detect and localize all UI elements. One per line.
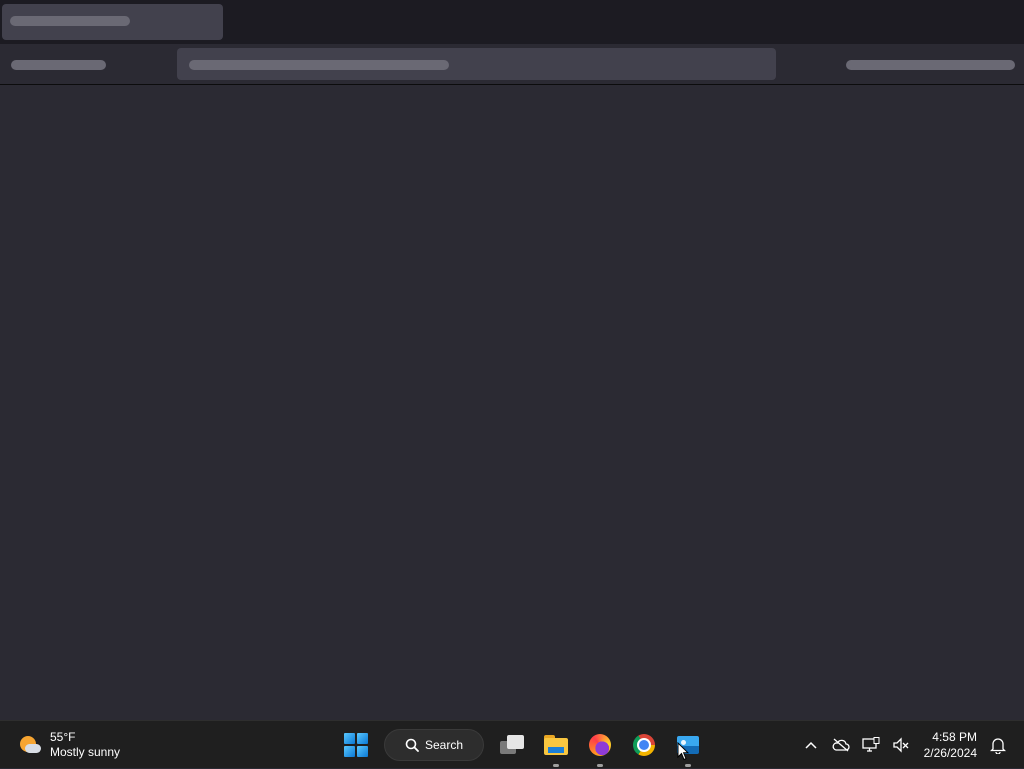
toolbar-actions-placeholder — [846, 60, 1015, 70]
tab-title-placeholder — [10, 16, 130, 26]
start-button[interactable] — [340, 729, 372, 761]
task-view-icon — [500, 735, 524, 755]
clock-button[interactable]: 4:58 PM 2/26/2024 — [924, 729, 977, 761]
taskbar: 55°F Mostly sunny Search 4:58 PM 2/26/20… — [0, 720, 1024, 768]
file-explorer-icon — [544, 735, 568, 755]
navigation-toolbar — [0, 44, 1024, 85]
browser-tab[interactable] — [2, 4, 223, 40]
weather-condition: Mostly sunny — [50, 745, 121, 759]
page-content — [0, 86, 1024, 720]
partly-sunny-icon — [18, 733, 42, 757]
firefox-button[interactable] — [584, 729, 616, 767]
weather-temperature: 55°F — [50, 730, 76, 744]
task-view-button[interactable] — [496, 729, 528, 761]
tab-strip — [0, 0, 1024, 44]
taskbar-center: Search — [334, 721, 710, 769]
running-indicator — [597, 764, 603, 767]
system-tray: 4:58 PM 2/26/2024 — [796, 721, 1024, 769]
address-bar[interactable] — [177, 48, 776, 80]
clock-date: 2/26/2024 — [923, 746, 977, 760]
running-indicator — [685, 764, 691, 767]
search-button[interactable]: Search — [384, 729, 484, 761]
clock-time: 4:58 PM — [932, 730, 977, 744]
onedrive-offline-icon[interactable] — [827, 731, 855, 759]
nav-buttons-placeholder — [11, 60, 106, 70]
file-explorer-button[interactable] — [540, 729, 572, 767]
bell-icon[interactable] — [984, 731, 1012, 759]
windows-logo-icon — [344, 733, 368, 757]
chrome-button[interactable] — [628, 729, 660, 761]
address-placeholder — [189, 60, 449, 70]
chevron-up-icon[interactable] — [797, 731, 825, 759]
volume-muted-icon[interactable] — [887, 731, 915, 759]
weather-text: 55°F Mostly sunny — [50, 730, 120, 760]
running-indicator — [553, 764, 559, 767]
search-icon — [405, 738, 419, 752]
weather-widget[interactable]: 55°F Mostly sunny — [18, 727, 120, 763]
search-label: Search — [424, 738, 464, 752]
firefox-icon — [589, 734, 611, 756]
network-icon[interactable] — [857, 731, 885, 759]
chrome-icon — [633, 734, 655, 756]
